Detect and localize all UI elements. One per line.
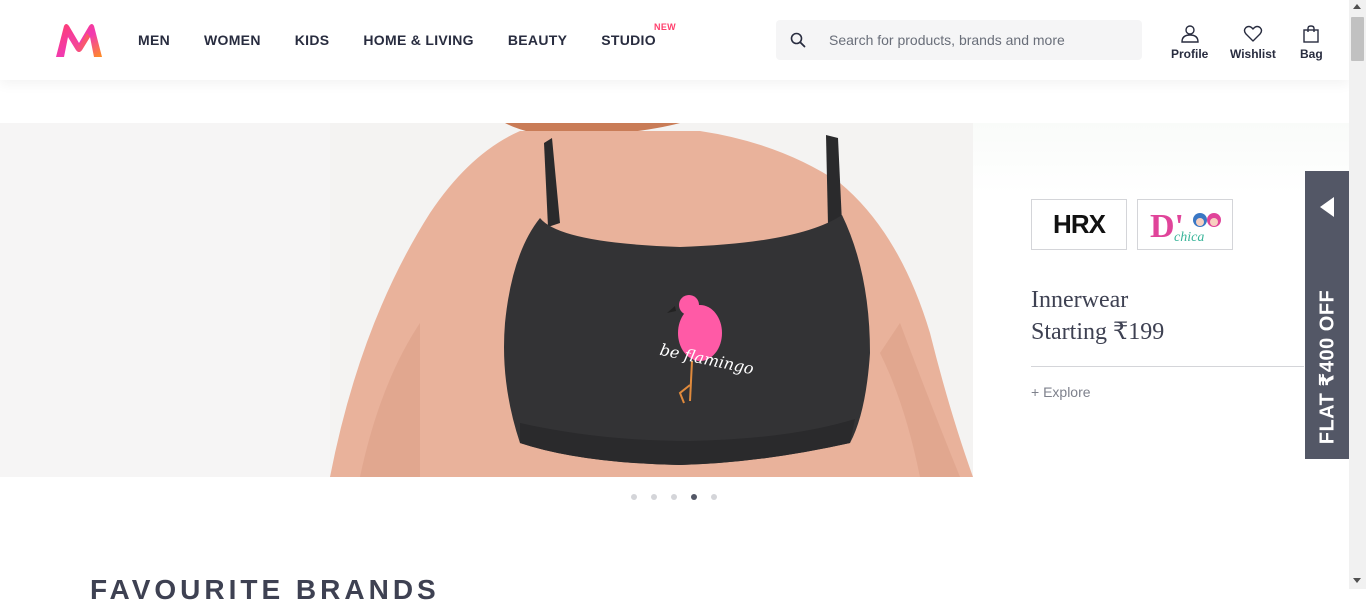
scroll-thumb[interactable] [1351, 17, 1364, 61]
brand-logo-hrx[interactable]: HRX [1031, 199, 1127, 250]
nav-men[interactable]: MEN [138, 32, 170, 48]
nav-home-living-label: HOME & LIVING [363, 32, 474, 48]
search-bar [776, 20, 1142, 60]
bag-label: Bag [1300, 47, 1323, 61]
caret-left-icon[interactable] [1320, 197, 1334, 217]
top-header: MEN WOMEN KIDS HOME & LIVING BEAUTY STUD… [0, 0, 1349, 80]
nav-women[interactable]: WOMEN [204, 32, 261, 48]
nav-home-living[interactable]: HOME & LIVING [363, 32, 473, 48]
nav-women-label: WOMEN [204, 32, 261, 48]
nav-studio[interactable]: STUDIO NEW [601, 22, 675, 48]
wishlist-button[interactable]: Wishlist [1230, 24, 1276, 61]
promo-title: Innerwear Starting ₹199 [1031, 284, 1271, 348]
section-title: FAVOURITE BRANDS [90, 574, 440, 605]
banner-image[interactable]: be flamingo [0, 123, 973, 477]
bag-button[interactable]: Bag [1300, 24, 1323, 61]
promo-divider [1031, 366, 1304, 367]
scroll-down-arrow-icon[interactable] [1353, 578, 1361, 583]
banner-photo: be flamingo [0, 123, 973, 477]
dchica-logo-art: D' chica [1150, 208, 1221, 245]
nav-studio-label: STUDIO [601, 32, 656, 48]
carousel-dot[interactable] [671, 494, 677, 500]
brand-logo-dchica[interactable]: D' chica [1137, 199, 1233, 250]
heart-icon [1243, 25, 1263, 42]
offer-tab-label: FLAT ₹400 OFF [1316, 289, 1339, 445]
promo-title-line1: Innerwear [1031, 287, 1129, 313]
promo-title-line2: Starting ₹199 [1031, 319, 1165, 345]
new-badge: NEW [654, 22, 676, 32]
wishlist-label: Wishlist [1230, 47, 1276, 61]
offer-side-tab[interactable]: FLAT ₹400 OFF [1305, 171, 1349, 459]
search-input[interactable] [827, 31, 1131, 49]
carousel-dot[interactable] [651, 494, 657, 500]
nav-beauty-label: BEAUTY [507, 32, 568, 48]
bag-icon [1303, 25, 1320, 43]
myntra-logo[interactable] [54, 23, 104, 59]
carousel-dot-active[interactable] [691, 494, 697, 500]
profile-label: Profile [1171, 47, 1209, 61]
nav-kids[interactable]: KIDS [295, 32, 330, 48]
carousel-dot[interactable] [711, 494, 717, 500]
profile-button[interactable]: Profile [1171, 24, 1208, 61]
search-icon[interactable] [778, 32, 818, 48]
brand-hrx-text: HRX [1053, 209, 1106, 239]
page-scrollbar[interactable] [1349, 0, 1366, 589]
nav-beauty[interactable]: BEAUTY [508, 32, 567, 48]
nav-kids-label: KIDS [294, 32, 330, 48]
svg-text:chica: chica [1174, 230, 1204, 245]
nav-men-label: MEN [138, 32, 171, 48]
carousel-dots [631, 494, 731, 500]
profile-icon [1180, 25, 1199, 43]
scroll-up-arrow-icon[interactable] [1353, 4, 1361, 9]
main-nav: MEN WOMEN KIDS HOME & LIVING BEAUTY STUD… [138, 0, 676, 80]
explore-link[interactable]: + Explore [1031, 384, 1091, 400]
carousel-dot[interactable] [631, 494, 637, 500]
